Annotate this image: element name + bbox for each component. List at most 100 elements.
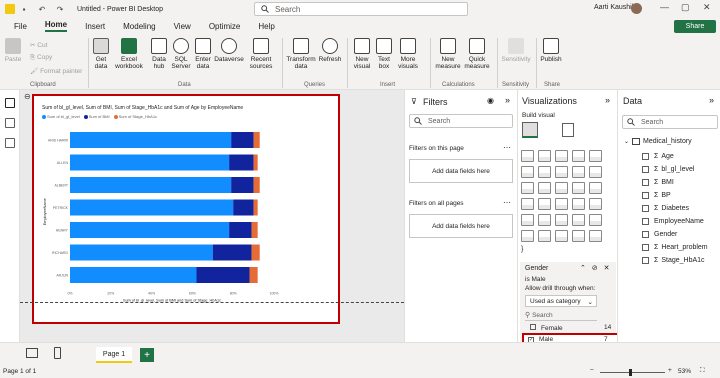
visual-type-icon[interactable] xyxy=(572,230,585,242)
more-visuals-button[interactable]: More visuals xyxy=(396,38,420,70)
filters-search-input[interactable]: Search xyxy=(409,114,513,128)
table-view-icon[interactable] xyxy=(5,118,15,128)
publish-button[interactable]: Publish xyxy=(540,38,562,63)
bar-segment[interactable] xyxy=(229,154,254,171)
visual-type-icon[interactable] xyxy=(589,166,602,178)
checkbox[interactable] xyxy=(642,166,649,173)
format-painter-button[interactable]: 🖌 Format painter xyxy=(30,67,82,75)
bar-segment[interactable] xyxy=(229,222,252,238)
visual-type-icon[interactable] xyxy=(555,198,568,210)
visual-type-icon[interactable] xyxy=(572,182,585,194)
undo-icon[interactable]: ↶ xyxy=(36,3,48,15)
field-item[interactable]: Σ Heart_problem xyxy=(642,244,708,251)
desktop-layout-icon[interactable] xyxy=(26,348,38,358)
add-data-fields-this-page[interactable]: Add data fields here xyxy=(409,159,513,183)
menu-optimize[interactable]: Optimize xyxy=(209,22,241,31)
back-arrow-icon[interactable]: ⊖ xyxy=(24,92,31,101)
eye-icon[interactable]: ◉ xyxy=(487,96,494,105)
bar-segment[interactable] xyxy=(233,199,254,216)
checkbox[interactable] xyxy=(642,257,649,264)
bar-segment[interactable] xyxy=(249,267,258,283)
checkbox[interactable] xyxy=(642,231,649,238)
visual-type-icon[interactable] xyxy=(521,166,534,178)
add-page-button[interactable]: + xyxy=(140,348,154,362)
visual-type-icon[interactable] xyxy=(572,150,585,162)
visual-type-icon[interactable] xyxy=(538,150,551,162)
table-medical-history[interactable]: ⌄ Medical_history xyxy=(624,138,692,145)
add-data-fields-all-pages[interactable]: Add data fields here xyxy=(409,214,513,238)
visual-type-icon[interactable] xyxy=(555,182,568,194)
more-options-icon[interactable]: ⋯ xyxy=(503,143,511,152)
bar-segment[interactable] xyxy=(253,199,258,216)
checkbox[interactable] xyxy=(642,153,649,160)
visual-type-icon[interactable] xyxy=(521,198,534,210)
used-as-dropdown[interactable]: Used as category ⌄ xyxy=(525,295,597,307)
transform-data-button[interactable]: Transform data xyxy=(286,38,316,70)
visual-type-icon[interactable] xyxy=(589,214,602,226)
user-name[interactable]: Aarti Kaushik xyxy=(594,4,635,11)
menu-help[interactable]: Help xyxy=(258,22,274,31)
fit-to-page-icon[interactable]: ⛶ xyxy=(700,367,705,375)
bar-segment[interactable] xyxy=(70,222,230,238)
bar-segment[interactable] xyxy=(231,177,254,193)
new-measure-button[interactable]: New measure xyxy=(434,38,462,70)
mobile-layout-icon[interactable] xyxy=(54,347,61,359)
visual-type-icon[interactable] xyxy=(538,182,551,194)
bar-segment[interactable] xyxy=(253,132,260,148)
bar-segment[interactable] xyxy=(70,199,234,216)
field-item[interactable]: Σ Stage_HbA1c xyxy=(642,257,705,264)
enter-data-button[interactable]: Enter data xyxy=(194,38,212,70)
menu-modeling[interactable]: Modeling xyxy=(123,22,155,31)
bar-segment[interactable] xyxy=(70,244,213,261)
visual-type-icon[interactable] xyxy=(538,230,551,242)
sql-server-button[interactable]: SQL Server xyxy=(171,38,191,70)
bar-segment[interactable] xyxy=(212,244,252,261)
visual-type-icon[interactable] xyxy=(572,214,585,226)
visual-type-icon[interactable] xyxy=(589,150,602,162)
checkbox[interactable] xyxy=(642,205,649,212)
visual-type-icon[interactable] xyxy=(521,150,534,162)
data-hub-button[interactable]: Data hub xyxy=(148,38,170,70)
legend-item[interactable]: Sum of BMI xyxy=(83,114,110,119)
collapse-chevron-icon[interactable]: » xyxy=(605,95,610,105)
field-item[interactable]: Σ Age xyxy=(642,153,674,160)
bar-segment[interactable] xyxy=(253,154,258,171)
zoom-out-icon[interactable]: − xyxy=(590,367,594,374)
more-options-icon[interactable]: ⋯ xyxy=(503,198,511,207)
bar-segment[interactable] xyxy=(70,267,197,283)
visual-type-icon[interactable] xyxy=(538,214,551,226)
sensitivity-button[interactable]: Sensitivity xyxy=(500,38,532,63)
field-item[interactable]: Σ BMI xyxy=(642,179,674,186)
visual-type-icon[interactable] xyxy=(521,182,534,194)
menu-insert[interactable]: Insert xyxy=(85,22,105,31)
bar-segment[interactable] xyxy=(251,244,260,261)
share-button[interactable]: Share xyxy=(674,20,716,33)
field-item[interactable]: Σ Diabetes xyxy=(642,205,689,212)
data-search-input[interactable]: Search xyxy=(622,115,718,129)
checkbox[interactable] xyxy=(642,179,649,186)
zoom-in-icon[interactable]: + xyxy=(668,367,672,374)
checkbox[interactable] xyxy=(530,324,536,330)
visual-type-icon[interactable] xyxy=(572,166,585,178)
field-item[interactable]: Gender xyxy=(642,231,677,238)
paste-button[interactable]: Paste xyxy=(3,38,23,63)
visual-type-icon[interactable] xyxy=(589,230,602,242)
bar-segment[interactable] xyxy=(253,177,260,193)
legend-item[interactable]: Sum of Stage_HbA1c xyxy=(113,114,157,119)
checkbox[interactable] xyxy=(642,192,649,199)
legend-item[interactable]: Sum of bl_gl_level xyxy=(42,114,80,119)
text-box-button[interactable]: Text box xyxy=(375,38,393,70)
global-search-box[interactable]: Search xyxy=(254,2,468,16)
visual-type-icon[interactable] xyxy=(589,182,602,194)
visual-type-icon[interactable] xyxy=(589,198,602,210)
maximize-icon[interactable]: ▢ xyxy=(681,2,690,13)
filter-card-search[interactable]: ⚲ Search xyxy=(525,311,597,321)
get-data-button[interactable]: Get data xyxy=(92,38,110,70)
field-item[interactable]: Σ BP xyxy=(642,192,671,199)
report-canvas[interactable]: ⊖ Sum of bl_gl_level, Sum of BMI, Sum of… xyxy=(20,90,404,342)
new-visual-button[interactable]: New visual xyxy=(352,38,372,70)
bar-segment[interactable] xyxy=(251,222,258,238)
visual-type-icon[interactable] xyxy=(538,198,551,210)
format-visual-tab-icon[interactable] xyxy=(562,123,574,137)
build-visual-tab-icon[interactable] xyxy=(522,122,538,138)
